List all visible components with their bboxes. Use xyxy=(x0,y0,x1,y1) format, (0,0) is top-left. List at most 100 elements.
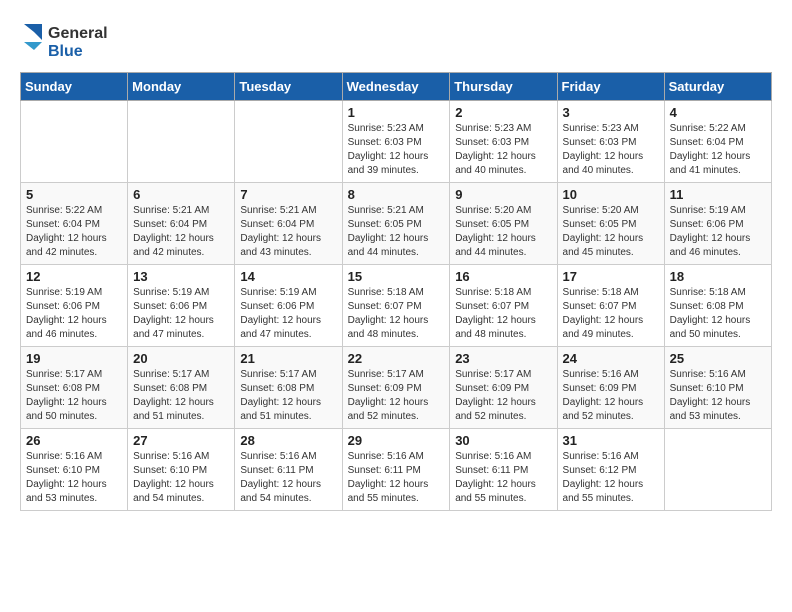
day-number: 20 xyxy=(133,351,229,366)
calendar-day-cell: 30Sunrise: 5:16 AM Sunset: 6:11 PM Dayli… xyxy=(450,429,557,511)
day-info: Sunrise: 5:19 AM Sunset: 6:06 PM Dayligh… xyxy=(26,286,122,342)
calendar-day-cell: 26 Sunrise: 5:16 AM Sunset: 6:10 PM Dayli… xyxy=(21,429,128,511)
calendar-day-cell: 5 Sunrise: 5:22 AM Sunset: 6:04 PM Daylig… xyxy=(21,183,128,265)
calendar-day-cell xyxy=(664,429,771,511)
day-number: 1 xyxy=(348,105,445,120)
day-number: 9 xyxy=(455,187,551,202)
calendar-day-cell: 21 Sunrise: 5:17 AM Sunset: 6:08 PM Dayli… xyxy=(235,347,342,429)
calendar-day-cell: 31 Sunrise: 5:16 AM Sunset: 6:12 PM Dayli… xyxy=(557,429,664,511)
calendar-day-cell: 9Sunrise: 5:20 AM Sunset: 6:05 PM Daylig… xyxy=(450,183,557,265)
calendar-day-cell: 29 Sunrise: 5:16 AM Sunset: 6:11 PM Dayli… xyxy=(342,429,450,511)
day-of-week-header: Tuesday xyxy=(235,73,342,101)
calendar-day-cell: 14 Sunrise: 5:19 AM Sunset: 6:06 PM Dayli… xyxy=(235,265,342,347)
calendar-day-cell: 17 Sunrise: 5:18 AM Sunset: 6:07 PM Dayli… xyxy=(557,265,664,347)
day-info: Sunrise: 5:23 AM Sunset: 6:03 PM Dayligh… xyxy=(348,122,445,178)
calendar-week-row: 26 Sunrise: 5:16 AM Sunset: 6:10 PM Dayli… xyxy=(21,429,772,511)
day-info: Sunrise: 5:17 AM Sunset: 6:08 PM Dayligh… xyxy=(26,368,122,424)
calendar-day-cell: 20 Sunrise: 5:17 AM Sunset: 6:08 PM Dayli… xyxy=(128,347,235,429)
calendar-day-cell: 7Sunrise: 5:21 AM Sunset: 6:04 PM Daylig… xyxy=(235,183,342,265)
logo-icon: GeneralBlue xyxy=(20,20,120,62)
day-number: 5 xyxy=(26,187,122,202)
calendar-day-cell: 22 Sunrise: 5:17 AM Sunset: 6:09 PM Dayli… xyxy=(342,347,450,429)
calendar-day-cell xyxy=(235,101,342,183)
day-info: Sunrise: 5:16 AM Sunset: 6:11 PM Dayligh… xyxy=(240,450,336,506)
day-info: Sunrise: 5:23 AM Sunset: 6:03 PM Dayligh… xyxy=(563,122,659,178)
calendar-day-cell: 10 Sunrise: 5:20 AM Sunset: 6:05 PM Dayli… xyxy=(557,183,664,265)
day-info: Sunrise: 5:16 AM Sunset: 6:10 PM Dayligh… xyxy=(670,368,766,424)
calendar-week-row: 1 Sunrise: 5:23 AM Sunset: 6:03 PM Daylig… xyxy=(21,101,772,183)
calendar-day-cell: 11 Sunrise: 5:19 AM Sunset: 6:06 PM Dayli… xyxy=(664,183,771,265)
day-number: 11 xyxy=(670,187,766,202)
day-number: 17 xyxy=(563,269,659,284)
day-number: 4 xyxy=(670,105,766,120)
calendar-day-cell: 2 Sunrise: 5:23 AM Sunset: 6:03 PM Daylig… xyxy=(450,101,557,183)
calendar-day-cell: 18Sunrise: 5:18 AM Sunset: 6:08 PM Dayli… xyxy=(664,265,771,347)
calendar-day-cell: 1 Sunrise: 5:23 AM Sunset: 6:03 PM Daylig… xyxy=(342,101,450,183)
day-number: 31 xyxy=(563,433,659,448)
calendar-day-cell xyxy=(128,101,235,183)
calendar-day-cell: 12 Sunrise: 5:19 AM Sunset: 6:06 PM Dayli… xyxy=(21,265,128,347)
day-number: 16 xyxy=(455,269,551,284)
calendar-day-cell: 19 Sunrise: 5:17 AM Sunset: 6:08 PM Dayli… xyxy=(21,347,128,429)
calendar-day-cell: 3 Sunrise: 5:23 AM Sunset: 6:03 PM Daylig… xyxy=(557,101,664,183)
day-info: Sunrise: 5:20 AM Sunset: 6:05 PM Dayligh… xyxy=(563,204,659,260)
day-number: 3 xyxy=(563,105,659,120)
calendar-day-cell: 13 Sunrise: 5:19 AM Sunset: 6:06 PM Dayli… xyxy=(128,265,235,347)
day-number: 21 xyxy=(240,351,336,366)
day-number: 22 xyxy=(348,351,445,366)
day-info: Sunrise: 5:16 AM Sunset: 6:11 PM Dayligh… xyxy=(348,450,445,506)
calendar-day-cell: 8Sunrise: 5:21 AM Sunset: 6:05 PM Daylig… xyxy=(342,183,450,265)
day-number: 10 xyxy=(563,187,659,202)
day-of-week-header: Monday xyxy=(128,73,235,101)
day-of-week-header: Sunday xyxy=(21,73,128,101)
day-info: Sunrise: 5:19 AM Sunset: 6:06 PM Dayligh… xyxy=(240,286,336,342)
day-info: Sunrise: 5:18 AM Sunset: 6:07 PM Dayligh… xyxy=(455,286,551,342)
day-number: 26 xyxy=(26,433,122,448)
calendar-day-cell xyxy=(21,101,128,183)
day-info: Sunrise: 5:23 AM Sunset: 6:03 PM Dayligh… xyxy=(455,122,551,178)
day-of-week-header: Saturday xyxy=(664,73,771,101)
calendar-week-row: 19 Sunrise: 5:17 AM Sunset: 6:08 PM Dayli… xyxy=(21,347,772,429)
day-number: 12 xyxy=(26,269,122,284)
day-info: Sunrise: 5:19 AM Sunset: 6:06 PM Dayligh… xyxy=(133,286,229,342)
day-info: Sunrise: 5:17 AM Sunset: 6:09 PM Dayligh… xyxy=(348,368,445,424)
day-info: Sunrise: 5:17 AM Sunset: 6:09 PM Dayligh… xyxy=(455,368,551,424)
calendar-table: SundayMondayTuesdayWednesdayThursdayFrid… xyxy=(20,72,772,511)
day-info: Sunrise: 5:19 AM Sunset: 6:06 PM Dayligh… xyxy=(670,204,766,260)
day-number: 14 xyxy=(240,269,336,284)
day-info: Sunrise: 5:18 AM Sunset: 6:07 PM Dayligh… xyxy=(563,286,659,342)
day-of-week-header: Thursday xyxy=(450,73,557,101)
day-info: Sunrise: 5:18 AM Sunset: 6:07 PM Dayligh… xyxy=(348,286,445,342)
calendar-day-cell: 15 Sunrise: 5:18 AM Sunset: 6:07 PM Dayli… xyxy=(342,265,450,347)
day-number: 28 xyxy=(240,433,336,448)
svg-text:General: General xyxy=(48,25,108,42)
day-number: 6 xyxy=(133,187,229,202)
day-info: Sunrise: 5:16 AM Sunset: 6:10 PM Dayligh… xyxy=(133,450,229,506)
calendar-week-row: 12 Sunrise: 5:19 AM Sunset: 6:06 PM Dayli… xyxy=(21,265,772,347)
day-number: 13 xyxy=(133,269,229,284)
day-number: 7 xyxy=(240,187,336,202)
calendar-day-cell: 6Sunrise: 5:21 AM Sunset: 6:04 PM Daylig… xyxy=(128,183,235,265)
day-info: Sunrise: 5:22 AM Sunset: 6:04 PM Dayligh… xyxy=(670,122,766,178)
day-number: 2 xyxy=(455,105,551,120)
day-number: 8 xyxy=(348,187,445,202)
day-number: 29 xyxy=(348,433,445,448)
day-info: Sunrise: 5:16 AM Sunset: 6:10 PM Dayligh… xyxy=(26,450,122,506)
day-number: 19 xyxy=(26,351,122,366)
day-number: 27 xyxy=(133,433,229,448)
day-number: 25 xyxy=(670,351,766,366)
day-info: Sunrise: 5:17 AM Sunset: 6:08 PM Dayligh… xyxy=(133,368,229,424)
day-of-week-header: Wednesday xyxy=(342,73,450,101)
day-number: 18 xyxy=(670,269,766,284)
day-number: 30 xyxy=(455,433,551,448)
day-info: Sunrise: 5:16 AM Sunset: 6:09 PM Dayligh… xyxy=(563,368,659,424)
calendar-header-row: SundayMondayTuesdayWednesdayThursdayFrid… xyxy=(21,73,772,101)
day-number: 15 xyxy=(348,269,445,284)
svg-text:Blue: Blue xyxy=(48,43,83,60)
page-header: GeneralBlue xyxy=(20,20,772,62)
day-info: Sunrise: 5:16 AM Sunset: 6:12 PM Dayligh… xyxy=(563,450,659,506)
day-info: Sunrise: 5:22 AM Sunset: 6:04 PM Dayligh… xyxy=(26,204,122,260)
day-number: 24 xyxy=(563,351,659,366)
calendar-day-cell: 16 Sunrise: 5:18 AM Sunset: 6:07 PM Dayli… xyxy=(450,265,557,347)
day-info: Sunrise: 5:17 AM Sunset: 6:08 PM Dayligh… xyxy=(240,368,336,424)
